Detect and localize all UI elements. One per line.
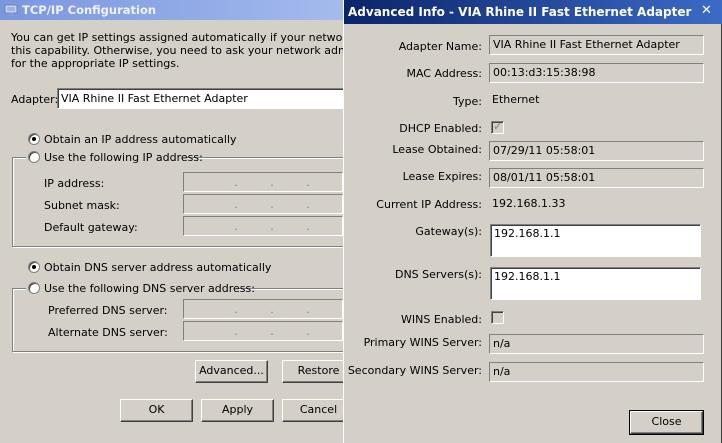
subnet-mask-field[interactable]: ...: [183, 194, 343, 214]
secondary-wins-label: Secondary WINS Server:: [347, 364, 482, 377]
network-app-icon: [4, 4, 18, 16]
wins-enabled-checkbox: [491, 311, 504, 324]
ip-manual-legend: Use the following IP address:: [26, 150, 203, 165]
gateways-label: Gateway(s):: [415, 225, 482, 238]
use-following-ip-radio[interactable]: [28, 151, 40, 163]
default-gateway-field[interactable]: ...: [183, 216, 343, 236]
lease-obtained-value: 07/29/11 05:58:01: [493, 144, 596, 157]
alternate-dns-field[interactable]: ...: [183, 321, 343, 341]
tcp-description-line-1: You can get IP settings assigned automat…: [11, 31, 346, 44]
type-field: Ethernet: [489, 91, 704, 111]
tcp-window-title: TCP/IP Configuration: [22, 3, 157, 17]
adapter-name-field: VIA Rhine II Fast Ethernet Adapter: [489, 35, 704, 55]
dns-servers-label: DNS Servers(s):: [394, 268, 482, 281]
secondary-wins-value: n/a: [493, 365, 511, 378]
obtain-dns-auto-radio[interactable]: [28, 261, 40, 273]
dhcp-enabled-checkbox: [491, 120, 504, 134]
use-following-ip-label[interactable]: Use the following IP address:: [44, 151, 203, 164]
close-x-icon[interactable]: ✕: [701, 3, 712, 18]
adapter-dropdown[interactable]: VIA Rhine II Fast Ethernet Adapter: [57, 88, 347, 109]
adapter-dropdown-value: VIA Rhine II Fast Ethernet Adapter: [61, 92, 248, 105]
adapter-name-label: Adapter Name:: [398, 40, 482, 53]
lease-obtained-label: Lease Obtained:: [392, 143, 482, 156]
current-ip-value: 192.168.1.33: [492, 197, 566, 210]
obtain-ip-auto-label[interactable]: Obtain an IP address automatically: [44, 133, 237, 146]
default-gateway-label: Default gateway:: [44, 221, 138, 234]
type-label: Type:: [453, 95, 482, 108]
obtain-ip-auto-radio[interactable]: [28, 133, 40, 145]
advanced-titlebar[interactable]: Advanced Info - VIA Rhine II Fast Ethern…: [344, 0, 722, 24]
advanced-button[interactable]: Advanced...: [195, 360, 268, 383]
gateways-listbox[interactable]: 192.168.1.1: [490, 224, 701, 257]
gateways-value: 192.168.1.1: [494, 227, 561, 240]
mac-address-value: 00:13:d3:15:38:98: [493, 66, 596, 79]
preferred-dns-label: Preferred DNS server:: [48, 304, 168, 317]
ok-button[interactable]: OK: [120, 399, 193, 422]
use-following-dns-radio[interactable]: [28, 282, 40, 294]
advanced-info-dialog: Advanced Info - VIA Rhine II Fast Ethern…: [343, 0, 722, 443]
tcp-description-line-2: this capability. Otherwise, you need to …: [11, 44, 346, 57]
current-ip-label: Current IP Address:: [376, 198, 482, 211]
current-ip-field: 192.168.1.33: [489, 195, 704, 215]
alternate-dns-label: Alternate DNS server:: [48, 326, 168, 339]
lease-obtained-field: 07/29/11 05:58:01: [489, 141, 704, 161]
ip-address-field[interactable]: ...: [183, 172, 343, 192]
dns-groupbox: [12, 288, 348, 352]
tcp-description-line-3: for the appropriate IP settings.: [11, 57, 180, 70]
use-following-dns-label[interactable]: Use the following DNS server address:: [44, 282, 255, 295]
type-value: Ethernet: [492, 93, 540, 106]
subnet-mask-label: Subnet mask:: [44, 199, 120, 212]
lease-expires-value: 08/01/11 05:58:01: [493, 171, 596, 184]
dns-servers-listbox[interactable]: 192.168.1.1: [490, 267, 701, 300]
lease-expires-field: 08/01/11 05:58:01: [489, 168, 704, 188]
close-button[interactable]: Close: [629, 410, 704, 435]
preferred-dns-field[interactable]: ...: [183, 299, 343, 319]
advanced-dialog-title: Advanced Info - VIA Rhine II Fast Ethern…: [348, 5, 692, 19]
adapter-label: Adapter:: [11, 93, 59, 106]
primary-wins-field: n/a: [489, 334, 704, 354]
mac-address-label: MAC Address:: [406, 67, 482, 80]
tcp-titlebar[interactable]: TCP/IP Configuration: [0, 0, 360, 20]
obtain-dns-auto-label[interactable]: Obtain DNS server address automatically: [44, 261, 271, 274]
adapter-name-value: VIA Rhine II Fast Ethernet Adapter: [493, 38, 680, 51]
lease-expires-label: Lease Expires:: [402, 170, 482, 183]
mac-address-field: 00:13:d3:15:38:98: [489, 63, 704, 83]
dns-manual-legend: Use the following DNS server address:: [26, 281, 255, 296]
primary-wins-label: Primary WINS Server:: [363, 336, 482, 349]
wins-enabled-label: WINS Enabled:: [401, 313, 482, 326]
dns-servers-value: 192.168.1.1: [494, 270, 561, 283]
tcp-ip-configuration-window: TCP/IP Configuration You can get IP sett…: [0, 0, 360, 443]
ip-address-label: IP address:: [44, 177, 105, 190]
apply-button[interactable]: Apply: [201, 399, 274, 422]
primary-wins-value: n/a: [493, 337, 511, 350]
secondary-wins-field: n/a: [489, 362, 704, 382]
dhcp-enabled-label: DHCP Enabled:: [399, 122, 482, 135]
